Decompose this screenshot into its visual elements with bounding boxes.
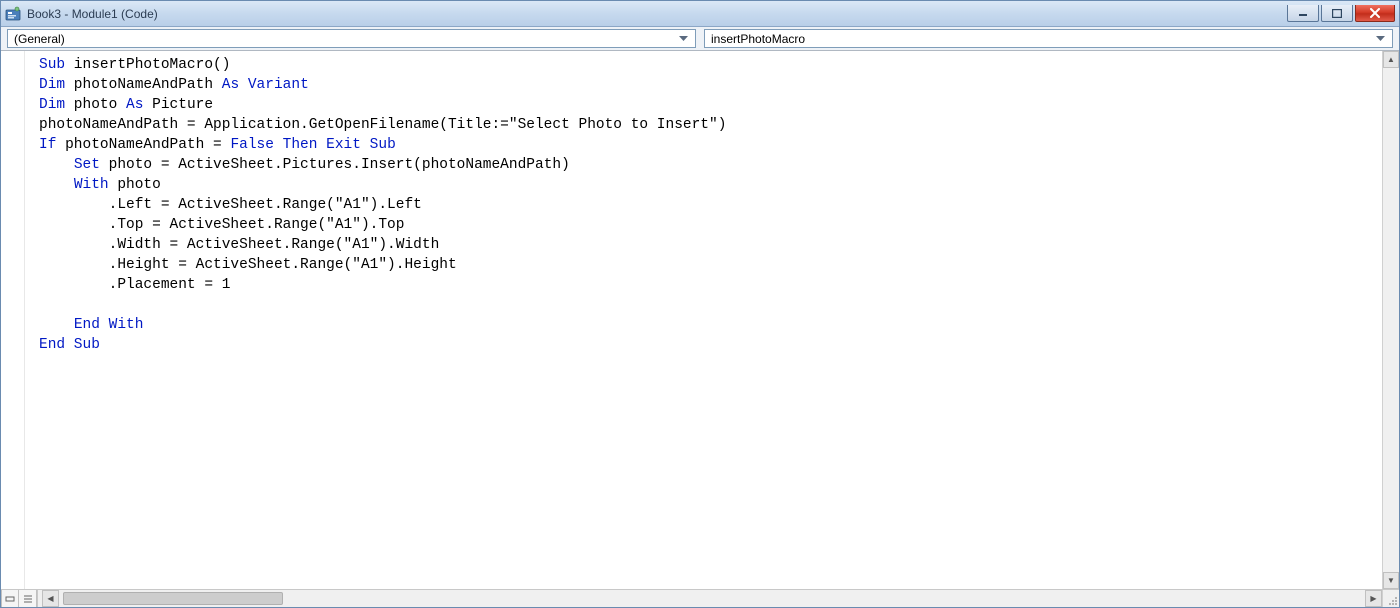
titlebar[interactable]: Book3 - Module1 (Code) [1, 1, 1399, 27]
code-area: Sub insertPhotoMacro() Dim photoNameAndP… [1, 51, 1399, 589]
code-editor[interactable]: Sub insertPhotoMacro() Dim photoNameAndP… [25, 51, 1382, 589]
procedure-dropdown-value: insertPhotoMacro [711, 32, 1368, 46]
procedure-view-button[interactable] [1, 590, 19, 607]
resize-grip[interactable] [1382, 590, 1399, 607]
vba-module-icon [5, 6, 21, 22]
window-title: Book3 - Module1 (Code) [27, 7, 1287, 21]
window-controls [1287, 5, 1395, 22]
scroll-right-button[interactable]: ▶ [1365, 590, 1382, 607]
dropdown-row: (General) insertPhotoMacro [1, 27, 1399, 51]
maximize-button[interactable] [1321, 5, 1353, 22]
chevron-down-icon [675, 30, 691, 47]
object-dropdown-value: (General) [14, 32, 671, 46]
scroll-thumb[interactable] [63, 592, 283, 605]
scroll-track[interactable] [59, 590, 1365, 607]
close-button[interactable] [1355, 5, 1395, 22]
view-buttons [1, 590, 38, 607]
horizontal-scrollbar[interactable]: ◀ ▶ [42, 590, 1382, 607]
vertical-scrollbar[interactable]: ▲ ▼ [1382, 51, 1399, 589]
full-module-view-button[interactable] [19, 590, 37, 607]
procedure-dropdown[interactable]: insertPhotoMacro [704, 29, 1393, 48]
chevron-down-icon [1372, 30, 1388, 47]
bottom-bar: ◀ ▶ [1, 589, 1399, 607]
code-window: Book3 - Module1 (Code) (General) insertP… [0, 0, 1400, 608]
minimize-button[interactable] [1287, 5, 1319, 22]
code-margin[interactable] [1, 51, 25, 589]
scroll-up-button[interactable]: ▲ [1383, 51, 1399, 68]
scroll-left-button[interactable]: ◀ [42, 590, 59, 607]
content-area: Sub insertPhotoMacro() Dim photoNameAndP… [1, 51, 1399, 607]
scroll-down-button[interactable]: ▼ [1383, 572, 1399, 589]
object-dropdown[interactable]: (General) [7, 29, 696, 48]
